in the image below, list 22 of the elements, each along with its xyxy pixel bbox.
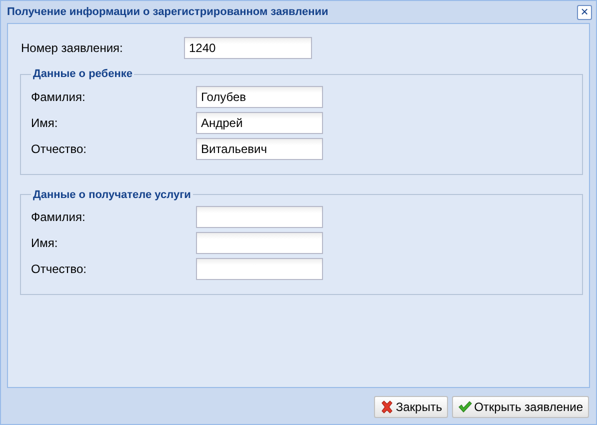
- text-field[interactable]: [196, 206, 323, 228]
- text-field[interactable]: Голубев: [196, 86, 323, 108]
- checkmark-icon: [458, 401, 472, 413]
- text-field[interactable]: 1240: [184, 37, 312, 59]
- field-label: Отчество:: [31, 261, 88, 278]
- field-label: Отчество:: [31, 140, 88, 158]
- field-label: Имя:: [31, 114, 59, 132]
- section-title: Данные о получателе услуги: [32, 188, 192, 202]
- cross-icon: [380, 400, 394, 414]
- text-field[interactable]: [196, 232, 323, 254]
- close-button[interactable]: ×: [577, 4, 592, 20]
- dialog-button[interactable]: Открыть заявление: [452, 396, 589, 418]
- text-field[interactable]: Андрей: [196, 112, 323, 134]
- field-label: Имя:: [31, 235, 59, 252]
- field-label: Номер заявления:: [20, 40, 124, 57]
- text-field[interactable]: [196, 258, 323, 280]
- section-title: Данные о ребенке: [32, 67, 134, 82]
- window-title: Получение информации о зарегистрированном заявлении: [7, 4, 328, 20]
- field-label: Фамилия:: [31, 209, 86, 226]
- dialog-button[interactable]: Закрыть: [374, 396, 448, 418]
- field-label: Фамилия:: [31, 88, 86, 106]
- text-field[interactable]: Витальевич: [196, 138, 323, 160]
